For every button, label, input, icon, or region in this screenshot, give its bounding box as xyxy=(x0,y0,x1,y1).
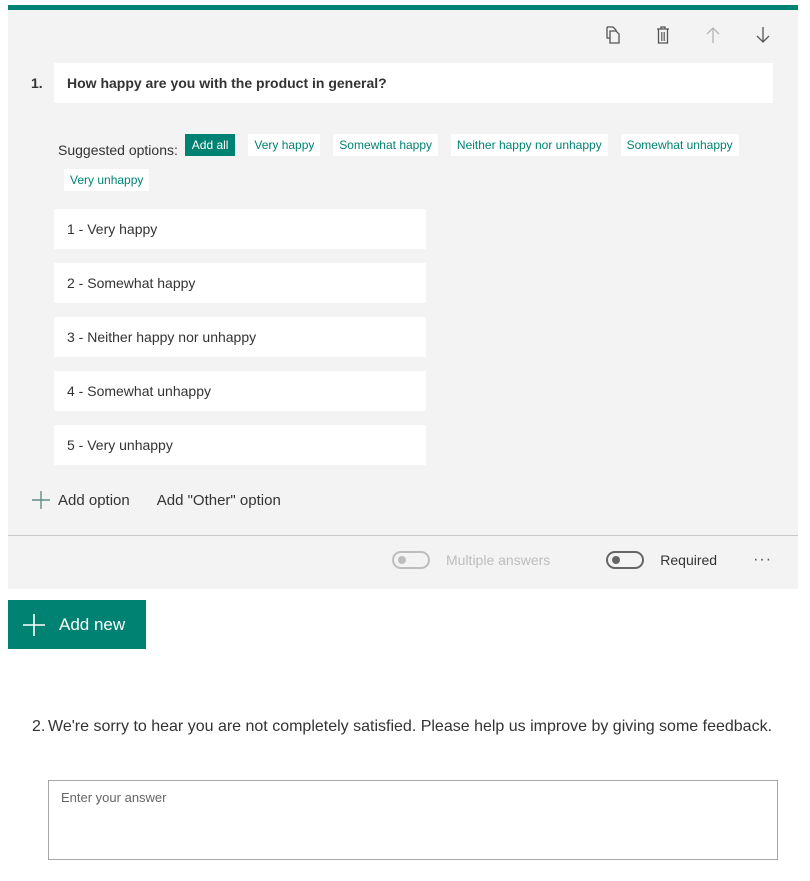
add-option-label: Add option xyxy=(58,491,130,509)
move-down-button[interactable] xyxy=(738,20,788,50)
answer-options: 1 - Very happy 2 - Somewhat happy 3 - Ne… xyxy=(54,209,426,479)
plus-icon xyxy=(23,613,45,636)
active-card-accent-bar xyxy=(8,5,798,10)
question-number: 2. xyxy=(32,718,46,735)
delete-question-button[interactable] xyxy=(638,20,688,50)
option-input[interactable]: 2 - Somewhat happy xyxy=(54,263,426,303)
question-2: 2. We're sorry to hear you are not compl… xyxy=(32,716,772,738)
add-other-option-button[interactable]: Add "Other" option xyxy=(157,492,281,509)
option-input[interactable]: 4 - Somewhat unhappy xyxy=(54,371,426,411)
suggested-options: Suggested options: Add all Very happy So… xyxy=(58,134,758,204)
question-settings-bar: Multiple answers Required ··· xyxy=(392,551,772,569)
suggested-options-label: Suggested options: xyxy=(58,142,178,159)
add-option-button[interactable]: Add option xyxy=(32,491,130,509)
option-input[interactable]: 5 - Very unhappy xyxy=(54,425,426,465)
move-down-icon xyxy=(756,27,770,43)
suggestion-chip[interactable]: Somewhat happy xyxy=(333,134,439,156)
option-input[interactable]: 1 - Very happy xyxy=(54,209,426,249)
plus-icon xyxy=(32,491,50,509)
add-option-row: Add option Add "Other" option xyxy=(32,491,281,509)
required-toggle[interactable] xyxy=(606,551,645,569)
add-new-label: Add new xyxy=(59,614,126,634)
add-all-button[interactable]: Add all xyxy=(184,134,236,156)
add-new-button[interactable]: Add new xyxy=(8,600,146,649)
question-card: 1. How happy are you with the product in… xyxy=(8,5,798,589)
move-up-button[interactable] xyxy=(688,20,738,50)
question-number: 1. xyxy=(31,75,43,91)
answer-input[interactable]: Enter your answer xyxy=(48,780,778,860)
question-title: We're sorry to hear you are not complete… xyxy=(48,718,773,735)
copy-question-button[interactable] xyxy=(588,20,638,50)
suggestion-chip[interactable]: Very unhappy xyxy=(64,169,150,191)
move-up-icon xyxy=(706,27,720,43)
toggle-knob xyxy=(612,556,621,564)
multiple-answers-label: Multiple answers xyxy=(446,552,551,568)
more-options-button[interactable]: ··· xyxy=(753,551,772,569)
option-input[interactable]: 3 - Neither happy nor unhappy xyxy=(54,317,426,357)
multiple-answers-toggle[interactable] xyxy=(392,551,430,569)
question-toolbar xyxy=(588,20,788,50)
copy-icon xyxy=(606,26,620,44)
card-divider xyxy=(8,535,798,536)
toggle-knob xyxy=(398,556,406,564)
suggestion-chip[interactable]: Neither happy nor unhappy xyxy=(450,134,608,156)
suggestion-chip[interactable]: Somewhat unhappy xyxy=(620,134,739,156)
question-title-input[interactable]: How happy are you with the product in ge… xyxy=(54,63,773,103)
required-label: Required xyxy=(660,552,718,568)
suggestion-chip[interactable]: Very happy xyxy=(248,134,321,156)
delete-icon xyxy=(657,26,669,44)
